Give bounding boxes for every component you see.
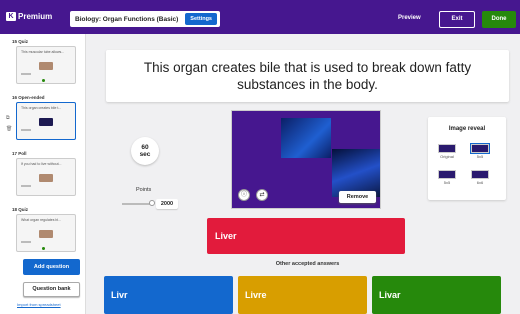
replace-image-icon[interactable]: ⇄ bbox=[256, 189, 268, 201]
question-preview-text: This organ creates bile t... bbox=[21, 106, 62, 110]
reveal-swatch bbox=[438, 144, 456, 153]
kahoot-logo-icon: K bbox=[6, 12, 16, 21]
question-preview-text: This muscular tube allows... bbox=[21, 50, 65, 54]
question-thumbnail[interactable]: What organ regulates bl... bbox=[16, 214, 76, 252]
question-thumbnail[interactable]: This muscular tube allows... bbox=[16, 46, 76, 84]
image-reveal-title: Image reveal bbox=[448, 126, 486, 132]
primary-answer-field[interactable]: Liver bbox=[207, 218, 405, 254]
reveal-option-original[interactable]: Original bbox=[438, 144, 456, 159]
answer-line bbox=[21, 241, 31, 243]
question-bank-button[interactable]: Question bank bbox=[23, 282, 80, 297]
delete-icon[interactable]: 🗑 bbox=[6, 126, 12, 132]
answer-dot bbox=[42, 79, 45, 82]
answer-line bbox=[21, 129, 31, 131]
timer-unit: sec bbox=[139, 151, 151, 158]
settings-button[interactable]: Settings bbox=[185, 13, 217, 25]
question-image-thumb bbox=[39, 118, 53, 126]
question-header: 16 Open-ended bbox=[12, 95, 45, 100]
timer-value: 60 bbox=[141, 144, 149, 151]
answer-dot bbox=[42, 247, 45, 250]
question-image: ⓘ ⇄ Remove bbox=[231, 110, 381, 209]
question-header: 15 Quiz bbox=[12, 39, 29, 44]
reveal-option-label: 6x6 bbox=[476, 180, 484, 185]
reveal-option-label: Original bbox=[440, 154, 454, 159]
question-list-item[interactable]: 16 Open-ended This organ creates bile t.… bbox=[6, 95, 84, 140]
import-spreadsheet-link[interactable]: Import from spreadsheet bbox=[17, 302, 61, 307]
reveal-swatch bbox=[471, 170, 489, 179]
time-limit-button[interactable]: 60 sec bbox=[131, 137, 159, 165]
question-preview-text: What organ regulates bl... bbox=[21, 218, 62, 222]
reveal-swatch bbox=[438, 170, 456, 179]
quiz-title: Biology: Organ Functions (Basic) bbox=[75, 15, 179, 23]
points-slider-handle[interactable] bbox=[149, 200, 155, 206]
image-reveal-panel: Image reveal Original 5x5 5x5 6x6 bbox=[428, 117, 506, 200]
image-tile-revealed bbox=[332, 149, 380, 197]
question-thumbnail[interactable]: If you had to live without... bbox=[16, 158, 76, 196]
other-answers-label: Other accepted answers bbox=[275, 261, 340, 267]
question-list-item[interactable]: 17 Poll If you had to live without... bbox=[6, 151, 84, 196]
reveal-option-5x5[interactable]: 5x5 bbox=[438, 170, 456, 185]
reveal-swatch bbox=[470, 143, 490, 154]
question-text: This organ creates bile that is used to … bbox=[143, 60, 472, 92]
exit-button[interactable]: Exit bbox=[439, 11, 475, 28]
image-tile-revealed bbox=[281, 118, 331, 158]
reveal-option-label: 5x5 bbox=[476, 154, 484, 159]
question-thumbnail-selected[interactable]: This organ creates bile t... bbox=[16, 102, 76, 140]
info-icon[interactable]: ⓘ bbox=[238, 189, 250, 201]
answer-line bbox=[21, 185, 31, 187]
reveal-option-5x5[interactable]: 5x5 bbox=[470, 143, 490, 159]
question-header: 18 Quiz bbox=[12, 207, 29, 212]
points-slider-track[interactable] bbox=[122, 203, 152, 205]
reveal-option-6x6[interactable]: 6x6 bbox=[471, 170, 489, 185]
brand-label: Premium bbox=[18, 12, 53, 21]
quiz-title-box[interactable]: Biology: Organ Functions (Basic) Setting… bbox=[70, 11, 220, 27]
question-preview-text: If you had to live without... bbox=[21, 162, 62, 166]
done-button[interactable]: Done bbox=[482, 11, 516, 28]
question-image-thumb bbox=[39, 174, 53, 182]
alternate-answer-field[interactable]: Livr bbox=[104, 276, 233, 314]
points-label: Points bbox=[136, 187, 152, 193]
remove-image-button[interactable]: Remove bbox=[339, 191, 376, 203]
top-bar: K Premium Biology: Organ Functions (Basi… bbox=[0, 0, 520, 34]
question-text-field[interactable]: This organ creates bile that is used to … bbox=[106, 50, 509, 102]
answer-line bbox=[21, 73, 31, 75]
brand-logo: K Premium bbox=[6, 12, 52, 21]
reveal-option-label: 5x5 bbox=[443, 180, 451, 185]
question-list-item[interactable]: 18 Quiz What organ regulates bl... bbox=[6, 207, 84, 252]
alternate-answer-field[interactable]: Livre bbox=[238, 276, 367, 314]
question-image-thumb bbox=[39, 62, 53, 70]
points-value[interactable]: 2000 bbox=[156, 199, 178, 209]
preview-button[interactable]: Preview bbox=[398, 15, 421, 21]
question-image-thumb bbox=[39, 230, 53, 238]
question-list-item[interactable]: 15 Quiz This muscular tube allows... bbox=[6, 39, 84, 84]
duplicate-icon[interactable]: ⧉ bbox=[6, 115, 10, 121]
question-header: 17 Poll bbox=[12, 151, 27, 156]
alternate-answer-field[interactable]: Livar bbox=[372, 276, 501, 314]
